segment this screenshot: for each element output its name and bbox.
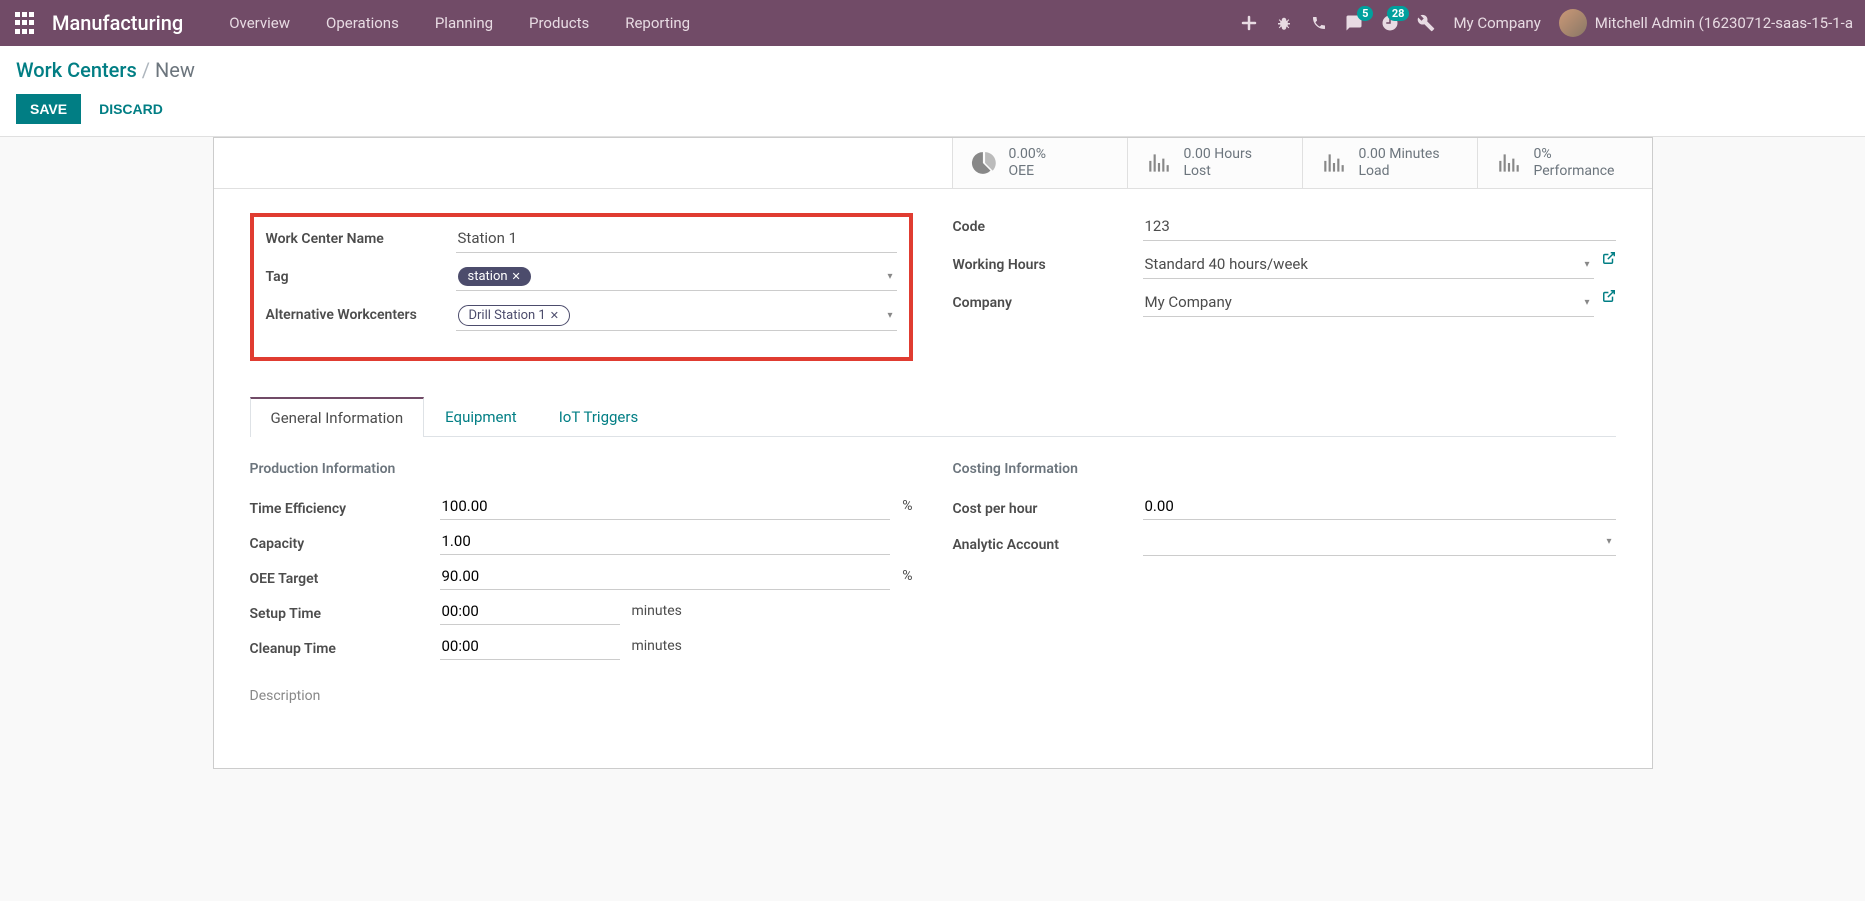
- company-switcher[interactable]: My Company: [1453, 14, 1540, 32]
- plus-icon[interactable]: [1241, 15, 1257, 31]
- nav-overview[interactable]: Overview: [211, 2, 308, 44]
- alt-label: Alternative Workcenters: [266, 301, 456, 323]
- prod-section-title: Production Information: [250, 461, 913, 477]
- bug-icon[interactable]: [1275, 14, 1293, 32]
- pie-icon: [971, 150, 997, 176]
- tag-label: Tag: [266, 263, 456, 285]
- analytic-label: Analytic Account: [953, 531, 1143, 553]
- company-input[interactable]: My Company: [1143, 289, 1594, 317]
- nav-operations[interactable]: Operations: [308, 2, 417, 44]
- breadcrumb: Work Centers / New: [16, 58, 1849, 82]
- activities-icon[interactable]: 28: [1381, 14, 1399, 32]
- tag-pill-station: station ✕: [458, 267, 531, 286]
- oee-target-input[interactable]: [440, 563, 891, 590]
- highlight-box: Work Center Name Tag station ✕: [250, 213, 913, 361]
- breadcrumb-sep: /: [142, 58, 150, 82]
- form-sheet: 0.00% OEE 0.00 Hours Lost 0.00 Minutes: [213, 137, 1653, 769]
- cleanup-suffix: minutes: [632, 638, 682, 654]
- company-label: Company: [953, 289, 1143, 311]
- cost-label: Cost per hour: [953, 495, 1143, 517]
- tools-icon[interactable]: [1417, 14, 1435, 32]
- stat-lost[interactable]: 0.00 Hours Lost: [1127, 138, 1302, 188]
- user-name: Mitchell Admin (16230712-saas-15-1-a: [1595, 14, 1853, 32]
- nav-menu: Overview Operations Planning Products Re…: [211, 2, 708, 44]
- desc-label: Description: [250, 688, 913, 704]
- tag-input[interactable]: station ✕: [456, 263, 897, 291]
- phone-icon[interactable]: [1311, 15, 1327, 31]
- breadcrumb-current: New: [155, 58, 195, 82]
- stat-perf-value: 0%: [1534, 146, 1615, 163]
- setup-suffix: minutes: [632, 603, 682, 619]
- name-input[interactable]: [456, 225, 897, 253]
- brand-title[interactable]: Manufacturing: [52, 11, 183, 35]
- bar-chart-icon: [1146, 150, 1172, 176]
- time-eff-input[interactable]: [440, 493, 891, 520]
- alt-remove-icon[interactable]: ✕: [550, 309, 559, 322]
- stat-load-label: Load: [1359, 163, 1440, 180]
- hours-external-icon[interactable]: [1602, 251, 1616, 265]
- nav-reporting[interactable]: Reporting: [607, 2, 708, 44]
- user-menu[interactable]: Mitchell Admin (16230712-saas-15-1-a: [1559, 9, 1853, 37]
- activities-badge: 28: [1387, 6, 1410, 21]
- apps-icon[interactable]: [12, 11, 36, 35]
- conversations-badge: 5: [1357, 6, 1373, 21]
- stat-lost-label: Lost: [1184, 163, 1252, 180]
- tab-iot[interactable]: IoT Triggers: [538, 397, 659, 436]
- time-eff-suffix: %: [902, 498, 912, 514]
- capacity-label: Capacity: [250, 530, 440, 552]
- cost-section-title: Costing Information: [953, 461, 1616, 477]
- save-button[interactable]: SAVE: [16, 94, 81, 124]
- setup-label: Setup Time: [250, 600, 440, 622]
- name-label: Work Center Name: [266, 225, 456, 247]
- cleanup-label: Cleanup Time: [250, 635, 440, 657]
- alt-pill: Drill Station 1 ✕: [458, 305, 570, 326]
- oee-target-label: OEE Target: [250, 565, 440, 587]
- stat-oee-value: 0.00%: [1009, 146, 1047, 163]
- analytic-input[interactable]: [1143, 528, 1616, 556]
- bar-chart-icon: [1321, 150, 1347, 176]
- cleanup-input[interactable]: [440, 633, 620, 660]
- stat-load[interactable]: 0.00 Minutes Load: [1302, 138, 1477, 188]
- capacity-input[interactable]: [440, 528, 891, 555]
- setup-input[interactable]: [440, 598, 620, 625]
- stat-oee-label: OEE: [1009, 163, 1047, 180]
- bar-chart-icon: [1496, 150, 1522, 176]
- tab-equipment[interactable]: Equipment: [424, 397, 538, 436]
- time-eff-label: Time Efficiency: [250, 495, 440, 517]
- stat-perf[interactable]: 0% Performance: [1477, 138, 1652, 188]
- stat-spacer: [214, 138, 952, 188]
- alt-input[interactable]: Drill Station 1 ✕: [456, 301, 897, 331]
- code-label: Code: [953, 213, 1143, 235]
- stat-load-value: 0.00 Minutes: [1359, 146, 1440, 163]
- nav-planning[interactable]: Planning: [417, 2, 511, 44]
- breadcrumb-root[interactable]: Work Centers: [16, 58, 137, 82]
- tag-remove-icon[interactable]: ✕: [512, 270, 521, 283]
- conversations-icon[interactable]: 5: [1345, 14, 1363, 32]
- stat-bar: 0.00% OEE 0.00 Hours Lost 0.00 Minutes: [214, 138, 1652, 189]
- cost-input[interactable]: [1143, 493, 1616, 520]
- oee-target-suffix: %: [902, 568, 912, 584]
- avatar-icon: [1559, 9, 1587, 37]
- hours-label: Working Hours: [953, 251, 1143, 273]
- hours-input[interactable]: Standard 40 hours/week: [1143, 251, 1594, 279]
- nav-products[interactable]: Products: [511, 2, 607, 44]
- stat-oee[interactable]: 0.00% OEE: [952, 138, 1127, 188]
- tab-general[interactable]: General Information: [250, 397, 425, 437]
- company-external-icon[interactable]: [1602, 289, 1616, 303]
- stat-lost-value: 0.00 Hours: [1184, 146, 1252, 163]
- tab-bar: General Information Equipment IoT Trigge…: [250, 397, 1616, 437]
- discard-button[interactable]: DISCARD: [85, 94, 177, 124]
- code-input[interactable]: [1143, 213, 1616, 241]
- stat-perf-label: Performance: [1534, 163, 1615, 180]
